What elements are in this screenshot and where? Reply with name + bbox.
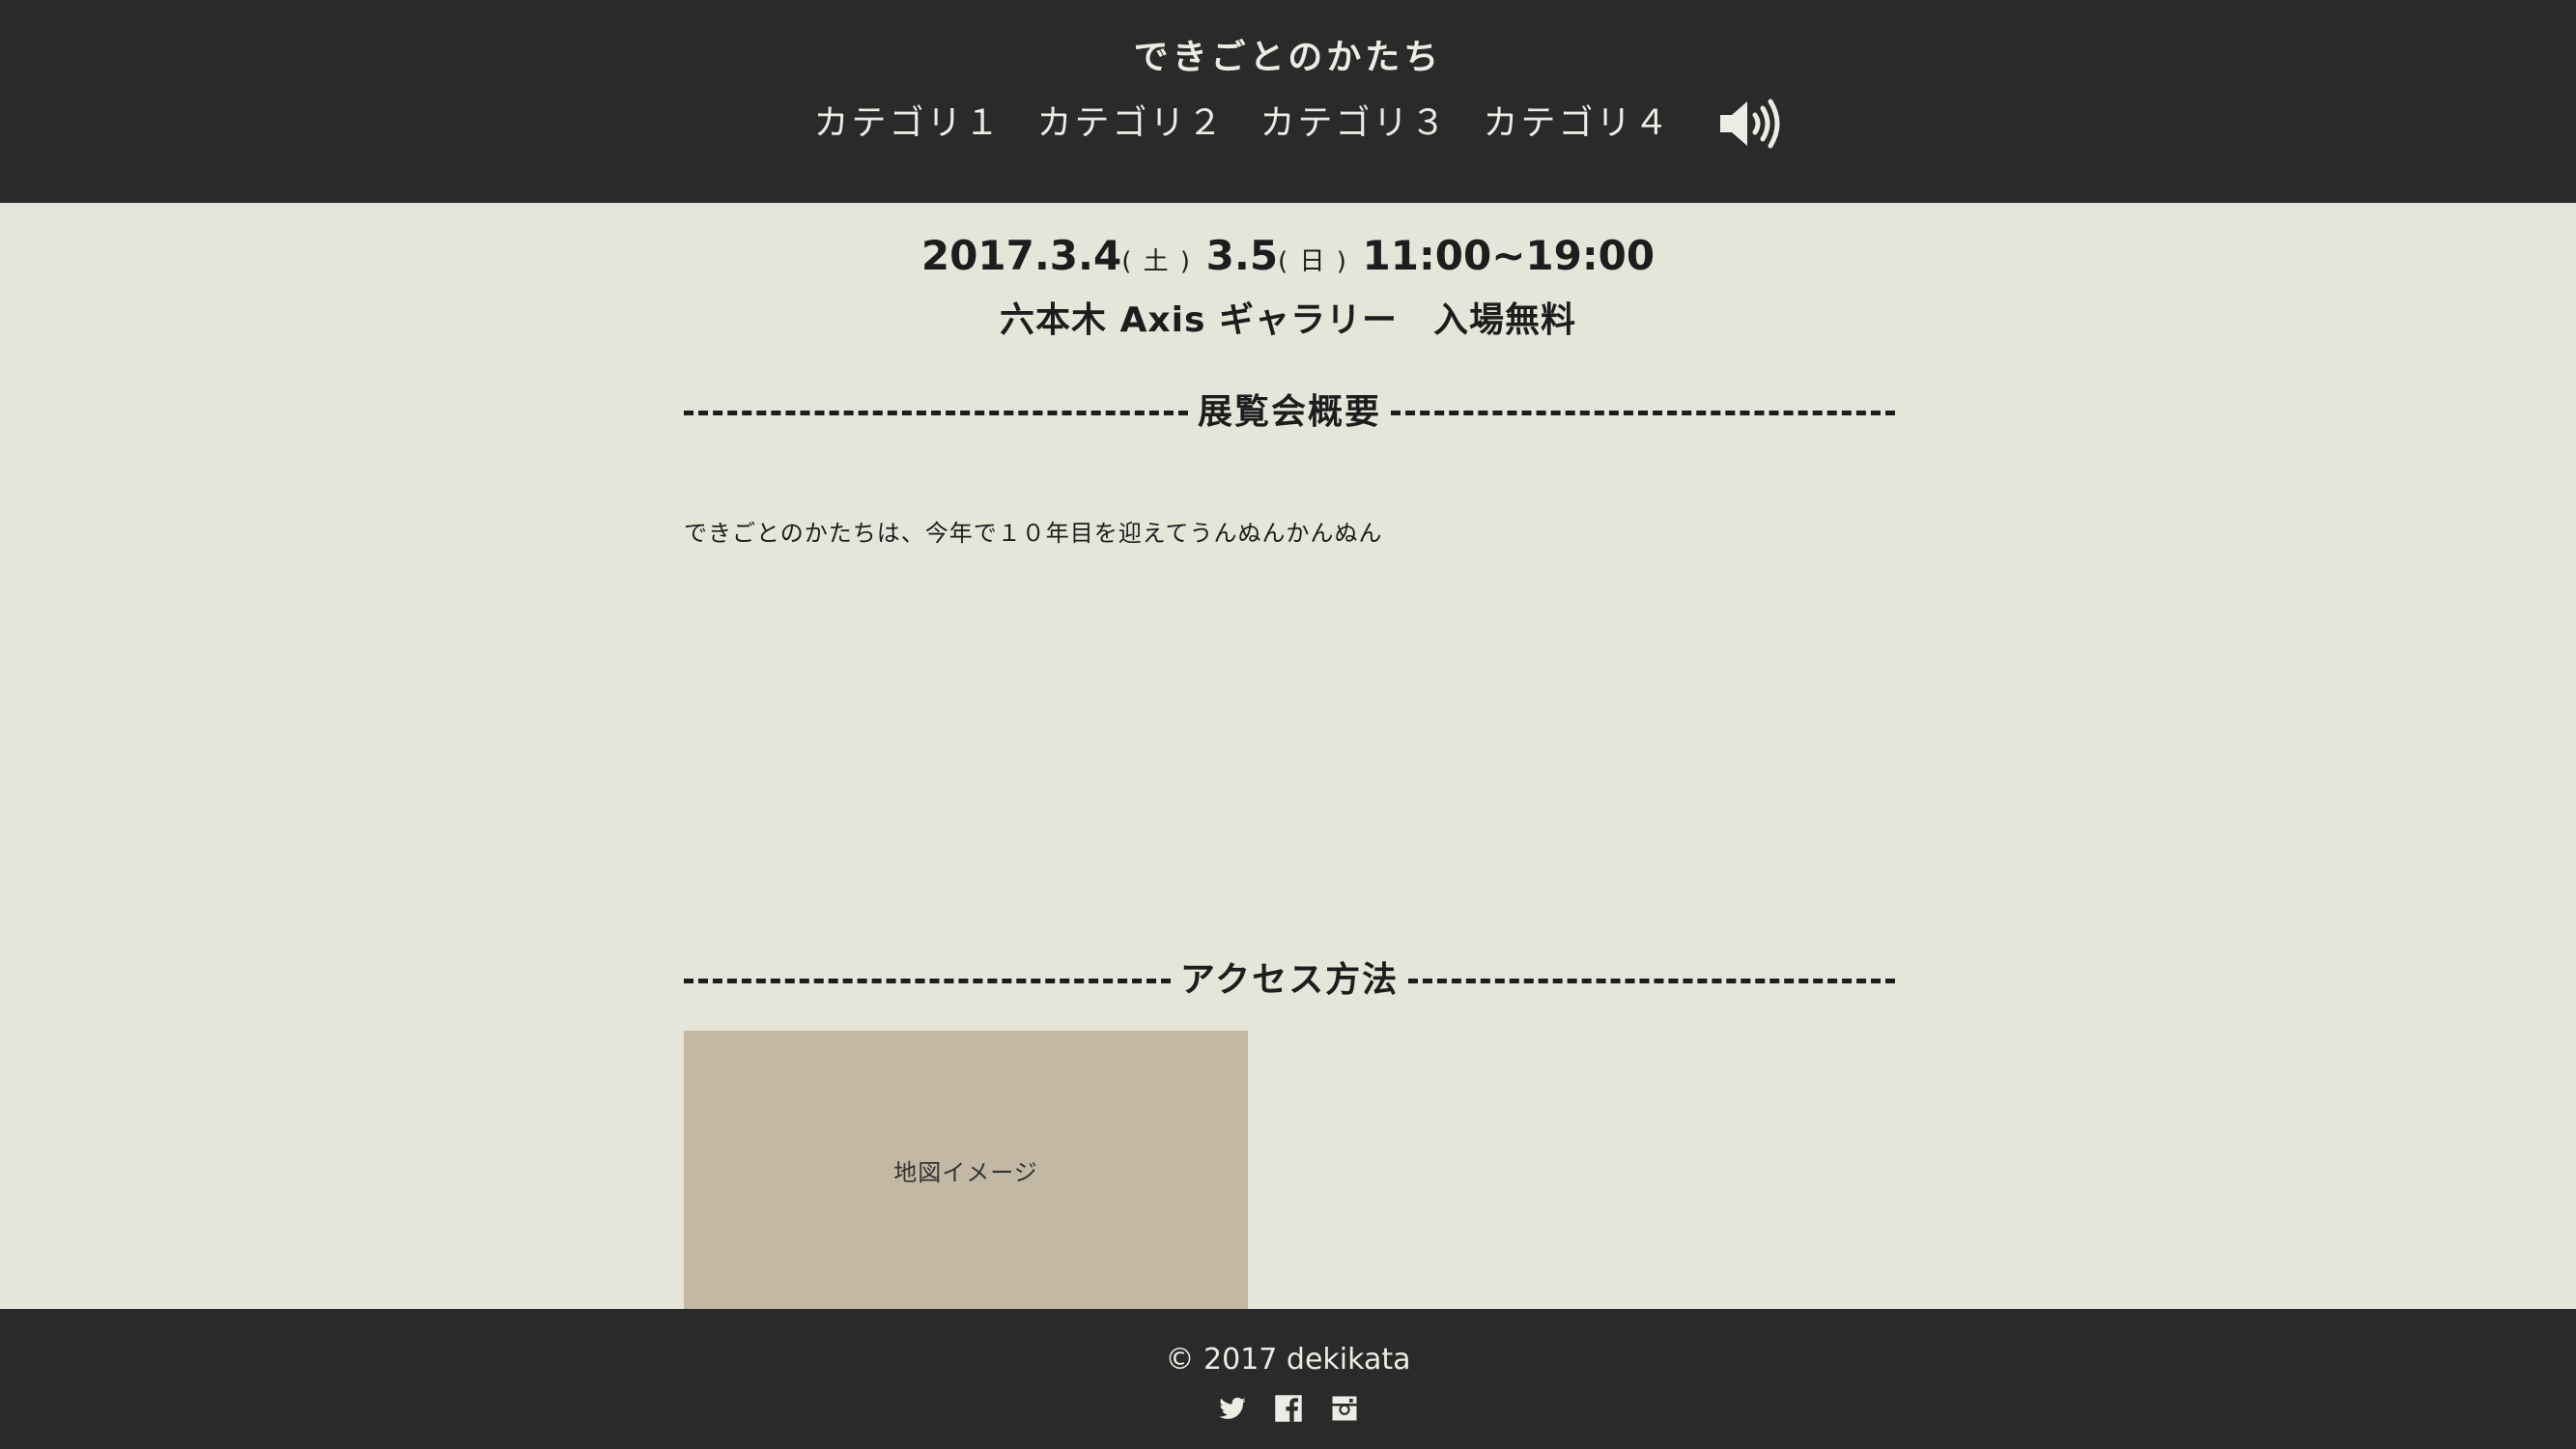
event-date-end: 3.5 — [1205, 232, 1279, 279]
map-placeholder[interactable]: 地図イメージ — [684, 1031, 1248, 1309]
divider — [1391, 410, 1896, 415]
event-day-start: ( 土 ) — [1121, 247, 1193, 276]
nav-item-category-2[interactable]: カテゴリ２ — [1036, 95, 1225, 153]
social-links — [0, 1394, 2576, 1423]
divider — [1408, 978, 1896, 983]
speaker-volume-icon[interactable] — [1716, 96, 1780, 152]
access-heading: アクセス方法 — [1179, 960, 1400, 1000]
twitter-icon[interactable] — [1218, 1394, 1247, 1423]
main-nav: カテゴリ１ カテゴリ２ カテゴリ３ カテゴリ４ — [0, 95, 2576, 153]
overview-text: できごとのかたちは、今年で１０年目を迎えてうんぬんかんぬん — [684, 520, 1383, 547]
event-info: 2017.3.4( 土 ) 3.5( 日 ) 11:00~19:00 六本木 A… — [0, 224, 2576, 348]
overview-heading: 展覧会概要 — [1198, 392, 1382, 432]
nav-item-category-3[interactable]: カテゴリ３ — [1260, 95, 1449, 153]
facebook-icon[interactable] — [1274, 1394, 1303, 1423]
event-date: 2017.3.4( 土 ) 3.5( 日 ) 11:00~19:00 — [0, 224, 2576, 294]
copyright: © 2017 dekikata — [1165, 1343, 1411, 1377]
divider — [684, 978, 1171, 983]
divider — [684, 410, 1188, 415]
event-time: 11:00~19:00 — [1362, 232, 1656, 279]
instagram-icon[interactable] — [1330, 1394, 1359, 1423]
map-label: 地図イメージ — [893, 1158, 1038, 1186]
nav-item-category-4[interactable]: カテゴリ４ — [1484, 95, 1672, 153]
nav-item-category-1[interactable]: カテゴリ１ — [813, 95, 1002, 153]
overview-heading-row: 展覧会概要 — [684, 388, 1896, 437]
site-footer: © 2017 dekikata — [0, 1309, 2576, 1449]
site-title[interactable]: できごとのかたち — [0, 29, 2576, 87]
access-heading-row: アクセス方法 — [684, 956, 1896, 1005]
event-venue: 六本木 Axis ギャラリー 入場無料 — [1000, 300, 1576, 340]
event-date-start: 2017.3.4 — [920, 232, 1122, 279]
event-day-end: ( 日 ) — [1278, 247, 1348, 276]
site-header: できごとのかたち カテゴリ１ カテゴリ２ カテゴリ３ カテゴリ４ — [0, 0, 2576, 203]
